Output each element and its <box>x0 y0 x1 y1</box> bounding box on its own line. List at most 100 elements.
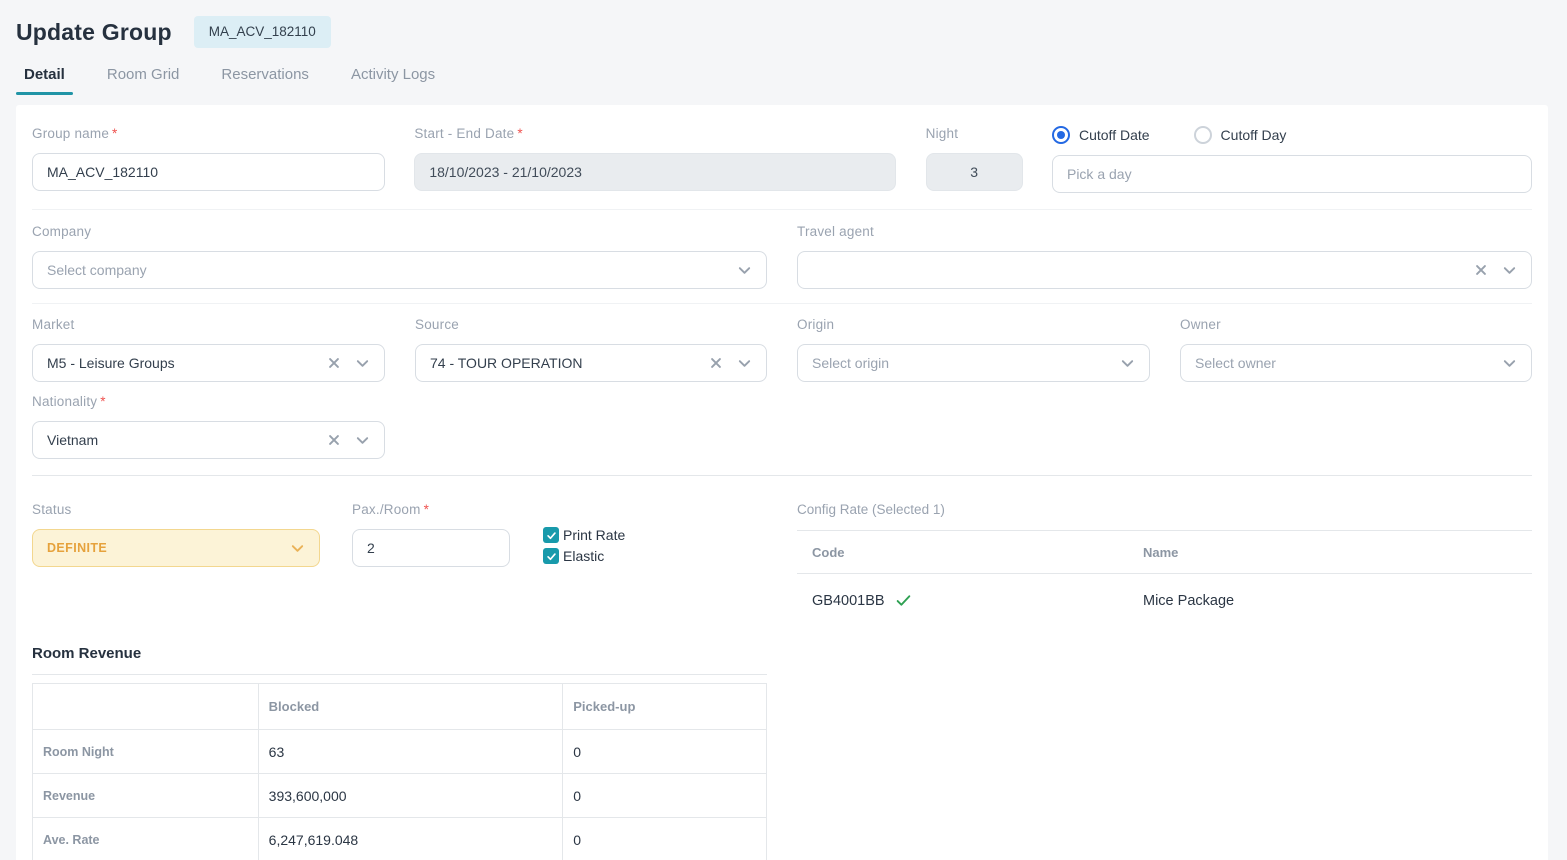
clear-icon[interactable] <box>1474 263 1488 277</box>
status-select[interactable]: DEFINITE <box>32 529 320 567</box>
config-rate-title: Config Rate (Selected 1) <box>797 502 1532 531</box>
tab-room-grid[interactable]: Room Grid <box>99 60 188 95</box>
page-header: Update Group MA_ACV_182110 <box>0 0 1567 52</box>
market-field: Market M5 - Leisure Groups <box>32 317 385 382</box>
cutoff-date-radio[interactable]: Cutoff Date <box>1052 126 1150 144</box>
owner-field: Owner Select owner <box>1180 317 1532 382</box>
chevron-down-icon[interactable] <box>1502 356 1517 371</box>
config-rate-name: Mice Package <box>1143 593 1234 609</box>
required-marker: * <box>112 126 117 141</box>
date-range-field: Start - End Date* <box>414 126 896 193</box>
elastic-checkbox[interactable]: Elastic <box>543 548 625 564</box>
section-divider <box>32 475 1532 476</box>
tab-reservations[interactable]: Reservations <box>213 60 317 95</box>
revenue-label: Revenue <box>33 774 259 818</box>
room-revenue-title: Room Revenue <box>32 645 767 675</box>
config-rate-name-header: Name <box>1143 545 1178 560</box>
origin-select[interactable]: Select origin <box>797 344 1150 382</box>
source-select[interactable]: 74 - TOUR OPERATION <box>415 344 767 382</box>
clear-icon[interactable] <box>327 356 341 370</box>
company-field: Company Select company <box>32 224 767 289</box>
night-label: Night <box>926 126 1023 141</box>
config-rate-row[interactable]: GB4001BB Mice Package <box>797 574 1532 619</box>
group-name-label: Group name* <box>32 126 385 141</box>
print-rate-checkbox[interactable]: Print Rate <box>543 527 625 543</box>
ave-rate-pickedup: 0 <box>563 818 767 860</box>
owner-select[interactable]: Select owner <box>1180 344 1532 382</box>
update-group-page: Update Group MA_ACV_182110 Detail Room G… <box>0 0 1567 860</box>
rate-options-group: Print Rate Elastic <box>543 527 625 619</box>
company-label: Company <box>32 224 767 239</box>
page-title: Update Group <box>16 19 172 46</box>
pax-room-label: Pax./Room* <box>352 502 510 517</box>
source-label: Source <box>415 317 767 332</box>
ave-rate-blocked: 6,247,619.048 <box>258 818 563 860</box>
table-row: Room Night 63 0 <box>33 730 767 774</box>
room-night-blocked: 63 <box>258 730 563 774</box>
table-row: Ave. Rate 6,247,619.048 0 <box>33 818 767 860</box>
market-select[interactable]: M5 - Leisure Groups <box>32 344 385 382</box>
required-marker: * <box>424 502 429 517</box>
company-select[interactable]: Select company <box>32 251 767 289</box>
config-rate-code: GB4001BB <box>812 593 885 609</box>
origin-label: Origin <box>797 317 1150 332</box>
checkbox-checked-icon <box>543 548 559 564</box>
radio-selected-icon <box>1052 126 1070 144</box>
config-rate-header: Code Name <box>797 531 1532 574</box>
market-label: Market <box>32 317 385 332</box>
cutoff-radio-group: Cutoff Date Cutoff Day <box>1052 126 1532 144</box>
room-revenue-pickedup-header: Picked-up <box>563 684 767 730</box>
pax-room-field: Pax./Room* <box>352 502 510 619</box>
nationality-label: Nationality* <box>32 394 385 409</box>
chevron-down-icon[interactable] <box>737 356 752 371</box>
radio-unselected-icon <box>1194 126 1212 144</box>
status-label: Status <box>32 502 320 517</box>
chevron-down-icon[interactable] <box>1120 356 1135 371</box>
owner-label: Owner <box>1180 317 1532 332</box>
travel-agent-label: Travel agent <box>797 224 1532 239</box>
date-range-input <box>414 153 896 191</box>
chevron-down-icon[interactable] <box>290 541 305 556</box>
chevron-down-icon[interactable] <box>737 263 752 278</box>
nationality-select[interactable]: Vietnam <box>32 421 385 459</box>
status-field: Status DEFINITE <box>32 502 320 619</box>
tab-bar: Detail Room Grid Reservations Activity L… <box>16 60 1567 100</box>
travel-agent-field: Travel agent <box>797 224 1532 289</box>
tab-detail[interactable]: Detail <box>16 60 73 95</box>
group-name-field: Group name* <box>32 126 385 193</box>
room-revenue-header-row: Blocked Picked-up <box>33 684 767 730</box>
origin-field: Origin Select origin <box>797 317 1150 382</box>
room-night-label: Room Night <box>33 730 259 774</box>
group-code-badge: MA_ACV_182110 <box>194 16 331 48</box>
night-field: Night <box>926 126 1023 193</box>
pax-room-input[interactable] <box>352 529 510 567</box>
night-input <box>926 153 1023 191</box>
room-revenue-blocked-header: Blocked <box>258 684 563 730</box>
nationality-field: Nationality* Vietnam <box>32 394 385 459</box>
revenue-blocked: 393,600,000 <box>258 774 563 818</box>
table-row: Revenue 393,600,000 0 <box>33 774 767 818</box>
room-revenue-empty-header <box>33 684 259 730</box>
chevron-down-icon[interactable] <box>355 433 370 448</box>
config-rate-code-header: Code <box>812 545 1143 560</box>
required-marker: * <box>100 394 105 409</box>
group-name-input[interactable] <box>32 153 385 191</box>
detail-form-card: Group name* Start - End Date* Night Cu <box>16 105 1548 860</box>
chevron-down-icon[interactable] <box>355 356 370 371</box>
config-rate-section: Config Rate (Selected 1) Code Name GB400… <box>797 502 1532 619</box>
room-revenue-table: Blocked Picked-up Room Night 63 0 Revenu… <box>32 683 767 860</box>
ave-rate-label: Ave. Rate <box>33 818 259 860</box>
check-icon <box>895 592 912 609</box>
travel-agent-select[interactable] <box>797 251 1532 289</box>
cutoff-day-radio[interactable]: Cutoff Day <box>1194 126 1287 144</box>
room-night-pickedup: 0 <box>563 730 767 774</box>
clear-icon[interactable] <box>709 356 723 370</box>
checkbox-checked-icon <box>543 527 559 543</box>
source-field: Source 74 - TOUR OPERATION <box>415 317 767 382</box>
clear-icon[interactable] <box>327 433 341 447</box>
revenue-pickedup: 0 <box>563 774 767 818</box>
required-marker: * <box>517 126 522 141</box>
chevron-down-icon[interactable] <box>1502 263 1517 278</box>
cutoff-date-picker-input[interactable] <box>1052 155 1532 193</box>
tab-activity-logs[interactable]: Activity Logs <box>343 60 443 95</box>
